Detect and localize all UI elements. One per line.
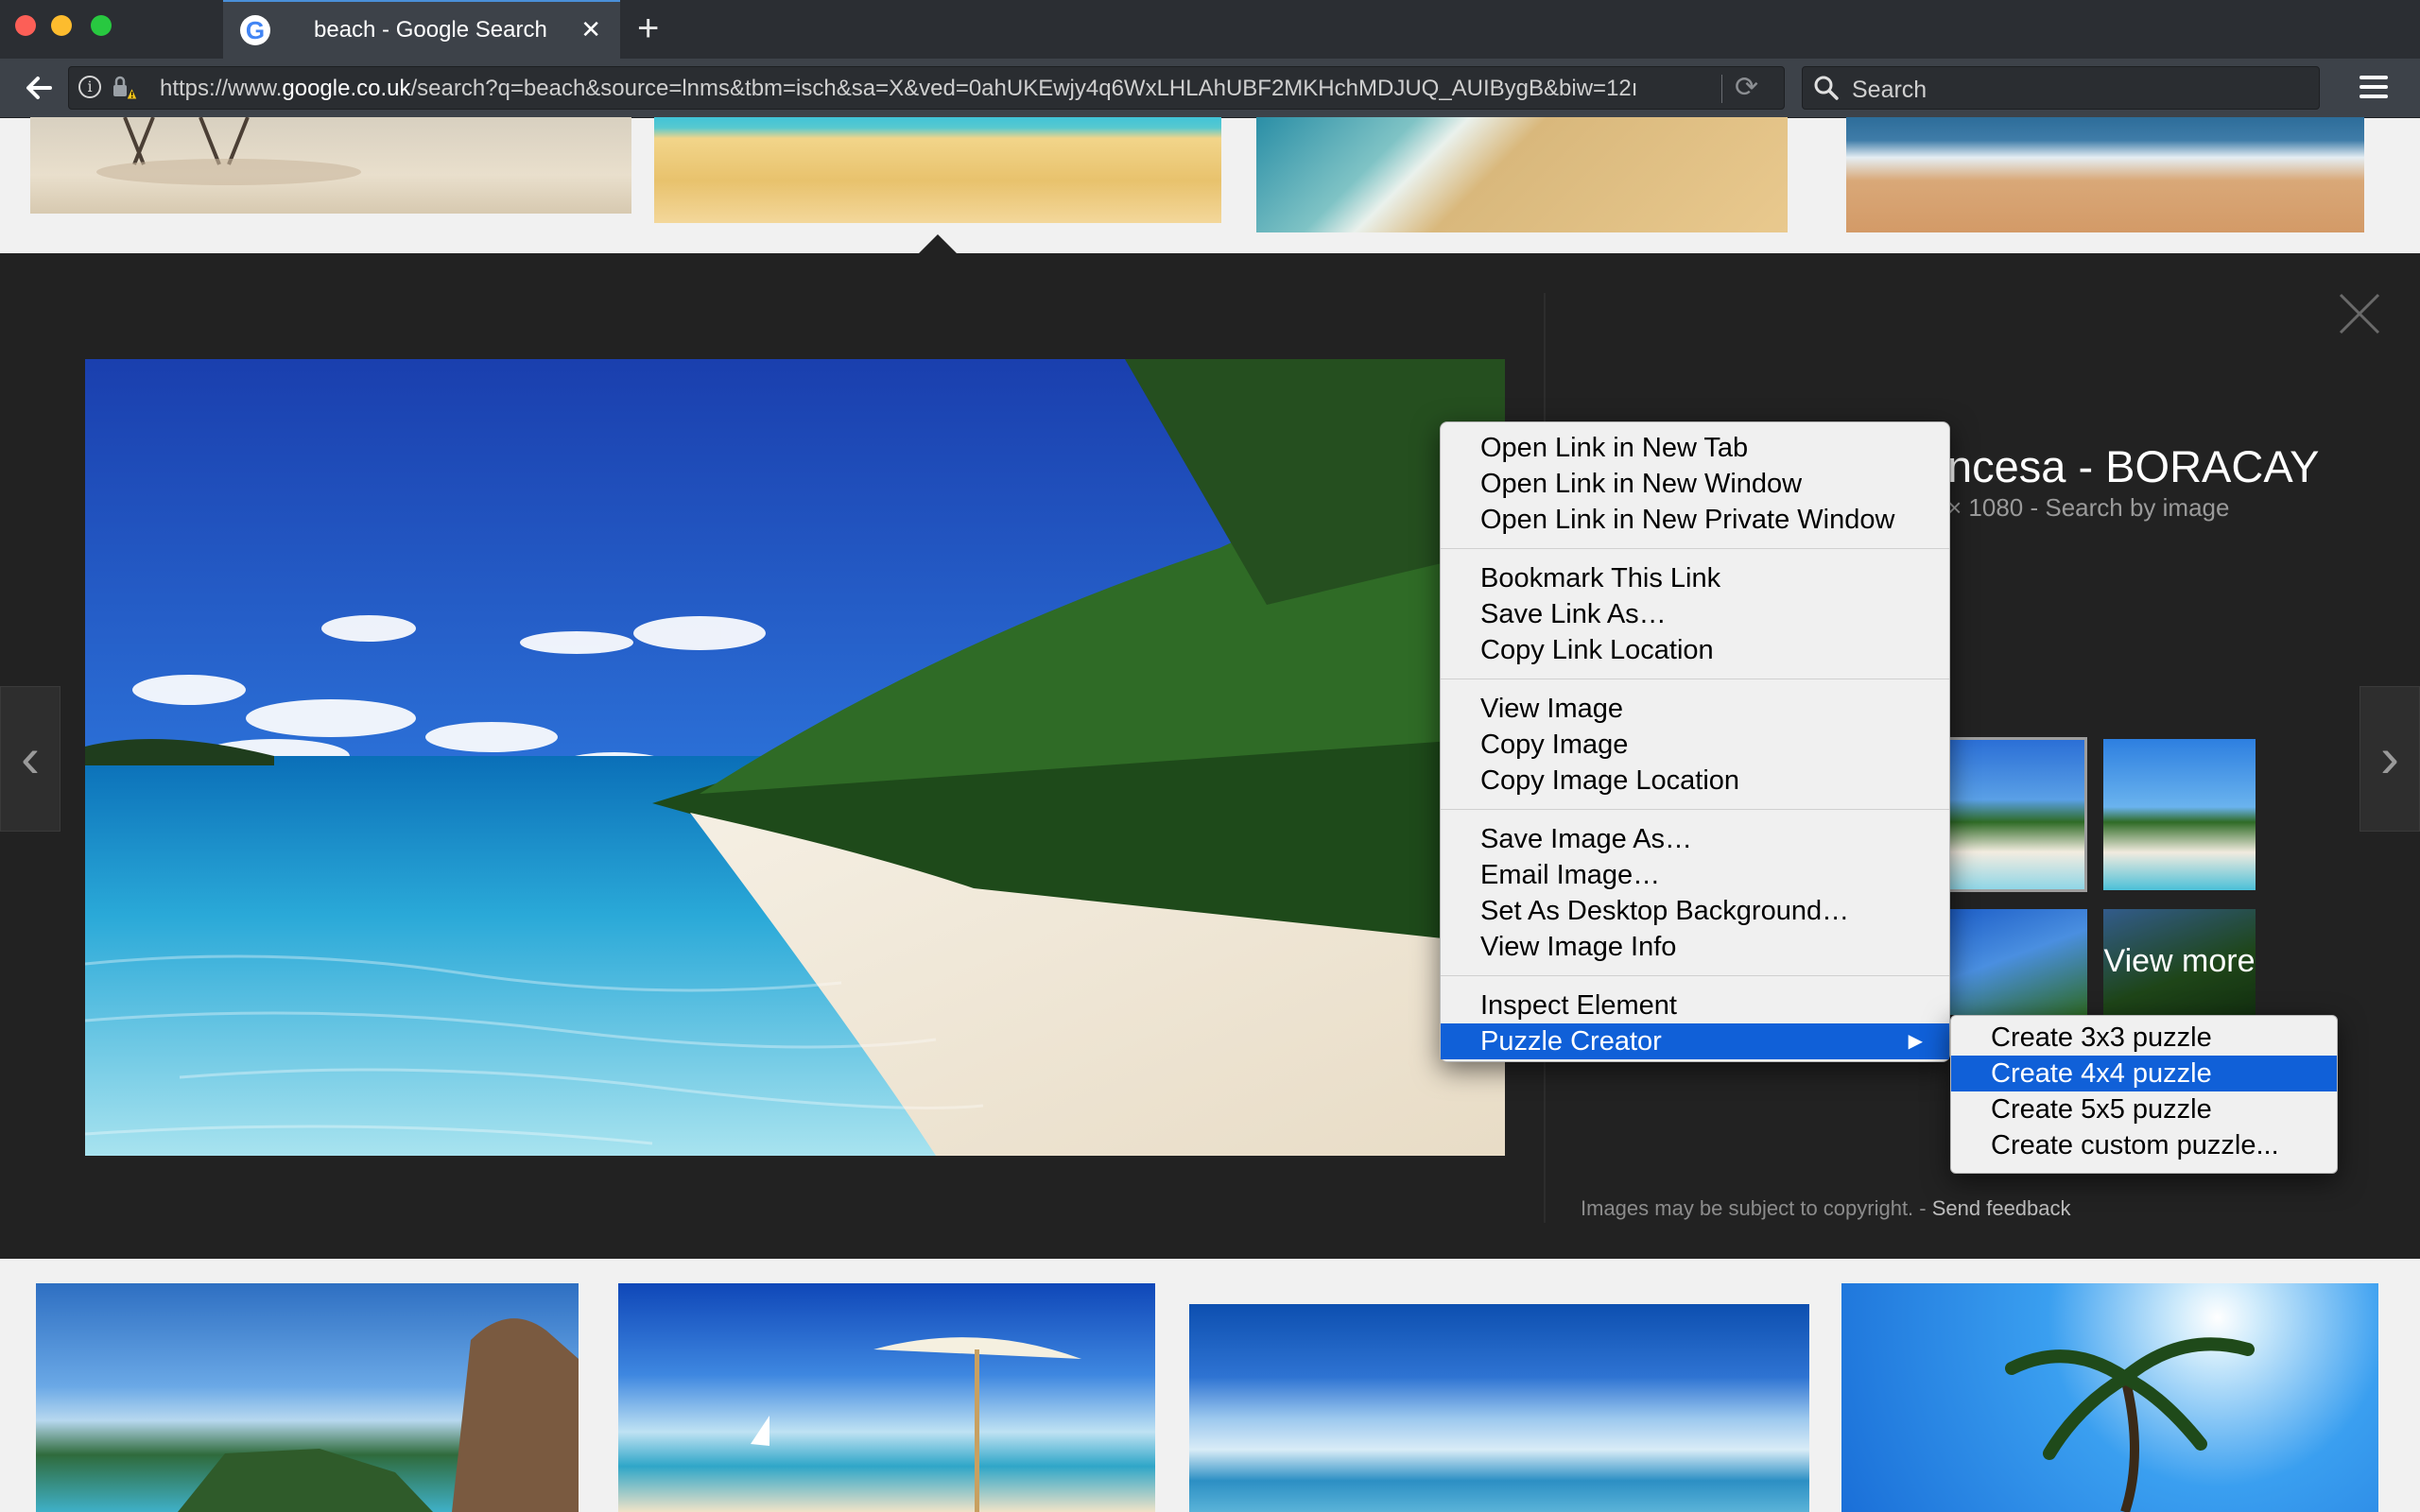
send-feedback-link[interactable]: Send feedback [1932, 1196, 2071, 1220]
image-result-golden-sand[interactable] [654, 117, 1221, 223]
related-image-1[interactable] [1947, 737, 2087, 892]
image-result-waves-shore[interactable] [1256, 117, 1788, 232]
menu-open-link-new-window[interactable]: Open Link in New Window [1441, 466, 1949, 502]
menu-copy-image-location[interactable]: Copy Image Location [1441, 763, 1949, 799]
menu-save-link-as[interactable]: Save Link As… [1441, 596, 1949, 632]
menu-open-link-new-tab[interactable]: Open Link in New Tab [1441, 430, 1949, 466]
zoom-window-button[interactable] [91, 15, 112, 36]
url-bar-divider [1721, 75, 1722, 103]
menu-view-image[interactable]: View Image [1441, 691, 1949, 727]
tab-strip: G beach - Google Search ✕ + [0, 0, 2420, 59]
image-result-palm-sun[interactable] [1841, 1283, 2378, 1512]
menu-copy-link-location[interactable]: Copy Link Location [1441, 632, 1949, 668]
submenu-create-4x4-puzzle[interactable]: Create 4x4 puzzle [1951, 1056, 2337, 1091]
copyright-note: Images may be subject to copyright. - Se… [1581, 1196, 2071, 1221]
image-result-beach-umbrella[interactable] [618, 1283, 1155, 1512]
menu-view-image-info[interactable]: View Image Info [1441, 929, 1949, 965]
submenu-create-5x5-puzzle[interactable]: Create 5x5 puzzle [1951, 1091, 2337, 1127]
minimize-window-button[interactable] [51, 15, 72, 36]
related-image-3[interactable] [1949, 909, 2087, 1015]
image-result-clouds-horizon[interactable] [1189, 1304, 1809, 1512]
meta-separator: - [2023, 493, 2046, 522]
menu-inspect-element[interactable]: Inspect Element [1441, 988, 1949, 1023]
menu-bookmark-link[interactable]: Bookmark This Link [1441, 560, 1949, 596]
new-tab-button[interactable]: + [637, 8, 659, 49]
context-menu: Open Link in New Tab Open Link in New Wi… [1440, 421, 1950, 1062]
view-more-label: View more [2103, 909, 2256, 1015]
tab-google-search[interactable]: G beach - Google Search ✕ [223, 0, 620, 59]
menu-separator [1441, 809, 1949, 810]
copyright-text: Images may be subject to copyright. [1581, 1196, 1914, 1220]
back-arrow-icon[interactable] [17, 68, 59, 108]
tab-title: beach - Google Search [314, 17, 547, 43]
menu-copy-image[interactable]: Copy Image [1441, 727, 1949, 763]
submenu-create-custom-puzzle[interactable]: Create custom puzzle... [1951, 1127, 2337, 1163]
previous-image-button[interactable]: ‹ [0, 686, 60, 832]
search-icon [1814, 76, 1839, 100]
menu-email-image[interactable]: Email Image… [1441, 857, 1949, 893]
view-more-button[interactable]: View more [2103, 909, 2256, 1015]
close-icon[interactable] [2335, 289, 2384, 338]
menu-puzzle-creator[interactable]: Puzzle Creator ▶ [1441, 1023, 1949, 1059]
selected-result-pointer [917, 234, 959, 255]
close-window-button[interactable] [15, 15, 36, 36]
image-result-beach-chairs[interactable] [30, 117, 631, 214]
hamburger-menu-icon[interactable] [2352, 70, 2394, 106]
url-bar[interactable]: i https://www.google.co.uk/search?q=beac… [68, 66, 1785, 110]
image-meta: × 1080 - Search by image [1947, 493, 2229, 523]
puzzle-creator-submenu: Create 3x3 puzzle Create 4x4 puzzle Crea… [1950, 1015, 2338, 1174]
menu-separator [1441, 975, 1949, 976]
menu-open-link-private-window[interactable]: Open Link in New Private Window [1441, 502, 1949, 538]
preview-image-tropical-beach[interactable] [85, 359, 1505, 1156]
navigation-toolbar: i https://www.google.co.uk/search?q=beac… [0, 59, 2420, 118]
url-scheme: https://www. [160, 76, 283, 101]
related-image-2[interactable] [2103, 739, 2256, 890]
image-result-cliff-island[interactable] [36, 1283, 579, 1512]
search-by-image-link[interactable]: Search by image [2045, 493, 2229, 522]
tab-close-icon[interactable]: ✕ [580, 15, 601, 44]
image-title[interactable]: ncesa - BORACAY [1947, 440, 2320, 492]
submenu-create-3x3-puzzle[interactable]: Create 3x3 puzzle [1951, 1020, 2337, 1056]
menu-separator [1441, 548, 1949, 549]
google-favicon-icon: G [240, 15, 270, 45]
info-icon[interactable]: i [78, 76, 101, 98]
next-image-button[interactable]: › [2360, 686, 2420, 832]
menu-set-desktop-background[interactable]: Set As Desktop Background… [1441, 893, 1949, 929]
url-path: /search?q=beach&source=lnms&tbm=isch&sa=… [410, 76, 1638, 101]
url-text[interactable]: https://www.google.co.uk/search?q=beach&… [160, 76, 1738, 102]
search-input[interactable]: Search [1852, 77, 1927, 104]
image-dimensions: × 1080 [1947, 493, 2024, 522]
image-result-sea-foam[interactable] [1846, 117, 2364, 232]
search-bar[interactable]: Search [1802, 66, 2320, 110]
reload-icon[interactable]: ⟳ [1735, 71, 1758, 104]
url-host: google.co.uk [282, 76, 411, 101]
submenu-arrow-icon: ▶ [1908, 1031, 1923, 1052]
lock-warning-icon[interactable] [111, 75, 137, 101]
footer-separator: - [1913, 1196, 1932, 1220]
menu-save-image-as[interactable]: Save Image As… [1441, 821, 1949, 857]
menu-puzzle-creator-label: Puzzle Creator [1480, 1026, 1662, 1057]
